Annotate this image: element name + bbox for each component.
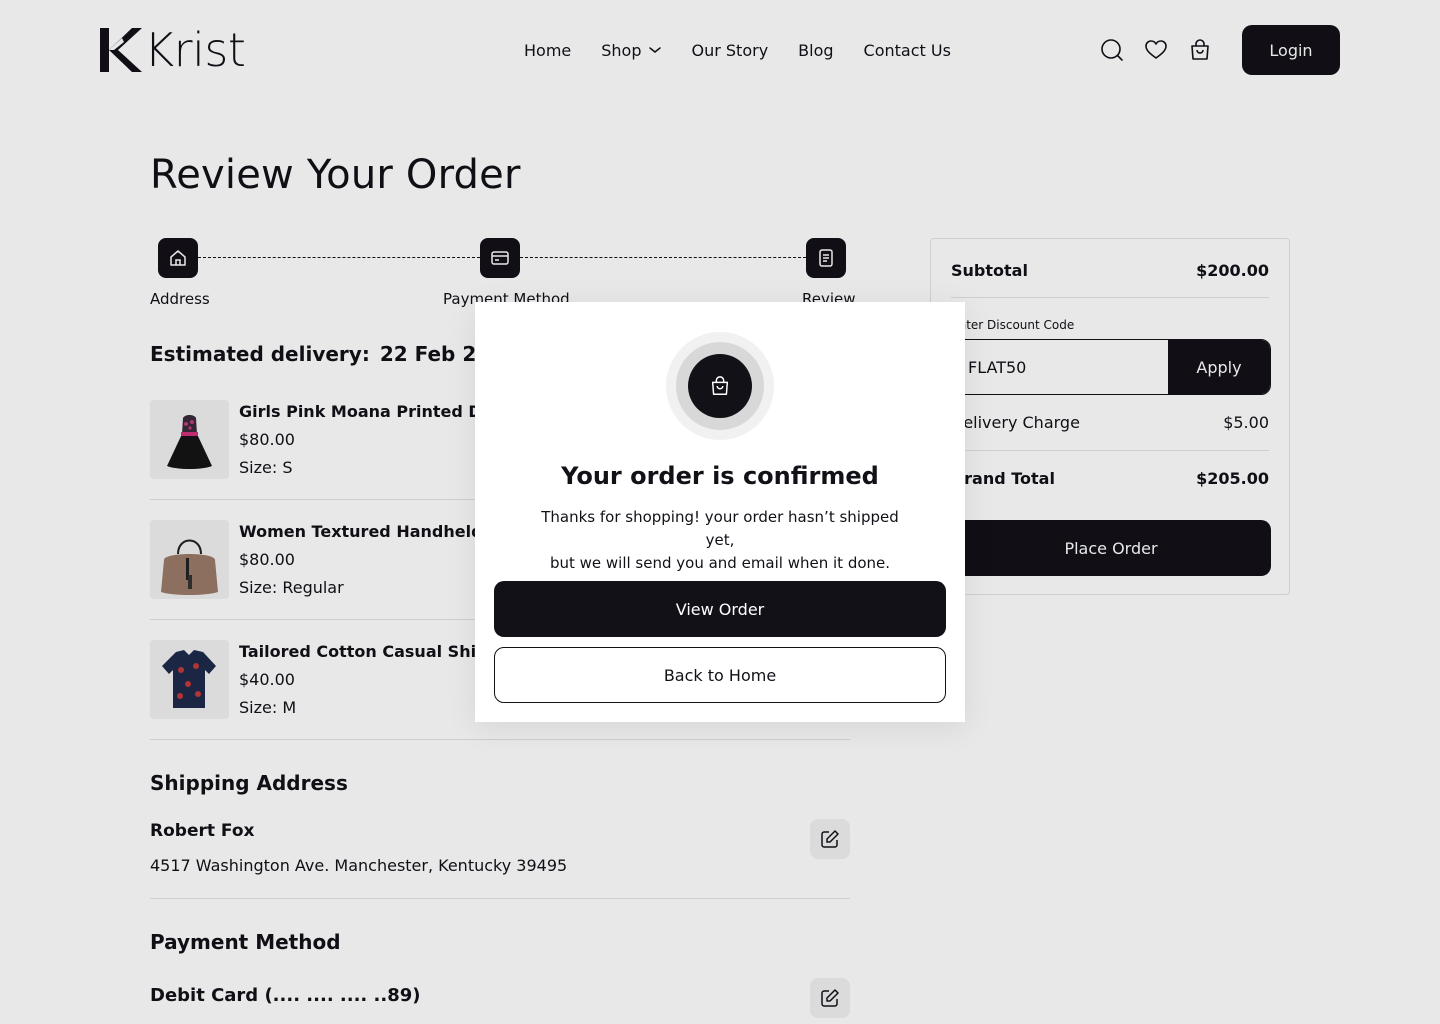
confirmation-badge (666, 332, 774, 440)
confirmation-badge-ring (676, 342, 764, 430)
order-confirmed-modal: Your order is confirmed Thanks for shopp… (475, 302, 965, 722)
modal-message-line2: but we will send you and email when it d… (549, 554, 891, 572)
shopping-bag-icon (711, 376, 729, 395)
view-order-button[interactable]: View Order (494, 581, 946, 637)
modal-message: Thanks for shopping! your order hasn’t s… (525, 506, 915, 575)
back-to-home-button[interactable]: Back to Home (494, 647, 946, 703)
modal-message-line1: Thanks for shopping! your order hasn’t s… (541, 508, 899, 549)
confirmation-badge-core (688, 354, 752, 418)
modal-title: Your order is confirmed (561, 462, 879, 490)
